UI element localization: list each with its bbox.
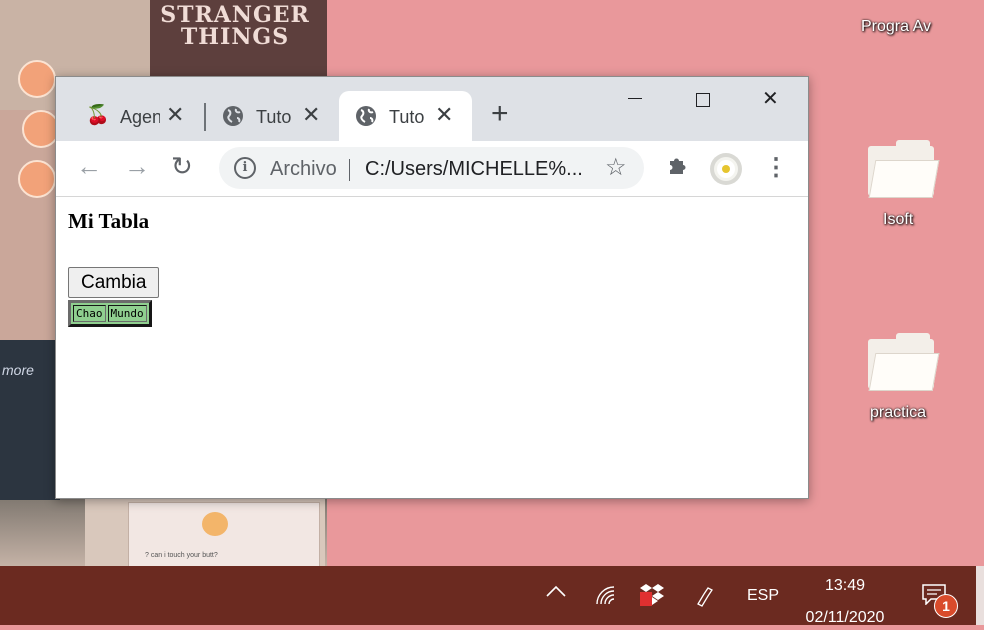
bookmark-star-icon[interactable]: ☆ [605, 153, 627, 182]
desktop-icon-label-isoft[interactable]: Isoft [883, 211, 913, 229]
globe-icon [222, 105, 244, 133]
tab-strip: 🍒 Agen ✕ Tuto ✕ Tuto ✕ + ✕ [56, 77, 808, 141]
tab-title: Agen [120, 107, 160, 127]
extensions-puzzle-icon[interactable] [666, 153, 690, 183]
cambia-button[interactable]: Cambia [68, 267, 160, 298]
address-url[interactable]: C:/Users/MICHELLE%... [365, 158, 583, 181]
clock-time: 13:49 [824, 577, 866, 594]
address-scheme-label: Archivo [270, 158, 337, 180]
table-cell: Mundo [107, 305, 147, 322]
address-bar[interactable]: i Archivo C:/Users/MICHELLE%... ☆ [219, 147, 644, 189]
browser-toolbar: ← → ↻ i Archivo C:/Users/MICHELLE%... ☆ … [56, 141, 808, 197]
tab-title: Tuto [256, 107, 292, 127]
profile-avatar[interactable] [710, 153, 742, 185]
desktop-label-progra-av[interactable]: Progra Av [861, 18, 931, 36]
taskbar: ESP 13:49 02/11/2020 [0, 566, 984, 626]
wifi-icon[interactable] [594, 584, 618, 613]
browser-window: 🍒 Agen ✕ Tuto ✕ Tuto ✕ + ✕ ← → ↻ i Archi… [55, 76, 809, 499]
tab-agen[interactable]: 🍒 Agen ✕ [70, 91, 204, 141]
language-indicator[interactable]: ESP [747, 587, 779, 605]
reload-icon[interactable]: ↻ [171, 151, 193, 181]
peach-image [202, 512, 228, 536]
cherry-icon: 🍒 [86, 105, 110, 126]
orange-image [18, 160, 56, 198]
new-tab-icon[interactable]: + [491, 99, 509, 129]
close-tab-icon[interactable]: ✕ [166, 103, 184, 127]
close-tab-icon[interactable]: ✕ [302, 103, 320, 127]
dropbox-icon[interactable] [638, 582, 666, 613]
address-divider [349, 159, 350, 181]
chevron-up-icon[interactable] [545, 584, 567, 603]
table-cell: Chao [73, 305, 106, 322]
pen-icon[interactable] [694, 584, 718, 613]
my-table: Chao Mundo [68, 300, 152, 327]
page-heading: Mi Tabla [68, 209, 150, 233]
more-menu-icon[interactable]: ⋮ [764, 153, 788, 183]
wallpaper-poster-text: STRANGER THINGS [160, 2, 310, 50]
forward-arrow-icon[interactable]: → [124, 151, 150, 181]
tab-title: Tuto [389, 107, 425, 127]
tab-tuto-active[interactable]: Tuto ✕ [339, 91, 472, 141]
wallpaper-card-text: ? can i touch your butt? [145, 552, 218, 559]
page-content: Mi Tabla Cambia Chao Mundo [56, 197, 808, 498]
clock[interactable]: 13:49 02/11/2020 [790, 574, 900, 630]
close-window-icon[interactable]: ✕ [762, 89, 779, 109]
clock-date: 02/11/2020 [805, 609, 885, 626]
minimize-icon[interactable] [628, 98, 642, 99]
notification-badge: 1 [934, 594, 958, 618]
folder-icon[interactable] [866, 140, 940, 198]
table-row: Chao Mundo [73, 305, 147, 322]
orange-image [18, 60, 56, 98]
tab-tuto-1[interactable]: Tuto ✕ [206, 91, 340, 141]
back-arrow-icon[interactable]: ← [76, 151, 102, 181]
close-tab-icon[interactable]: ✕ [435, 103, 453, 127]
maximize-icon[interactable] [696, 93, 710, 107]
folder-icon[interactable] [866, 333, 940, 391]
wallpaper-more-text: more [2, 362, 34, 378]
info-icon[interactable]: i [234, 157, 256, 179]
desktop-icon-label-practica[interactable]: practica [870, 404, 926, 422]
show-desktop-strip[interactable] [976, 566, 984, 625]
globe-icon [355, 105, 377, 133]
